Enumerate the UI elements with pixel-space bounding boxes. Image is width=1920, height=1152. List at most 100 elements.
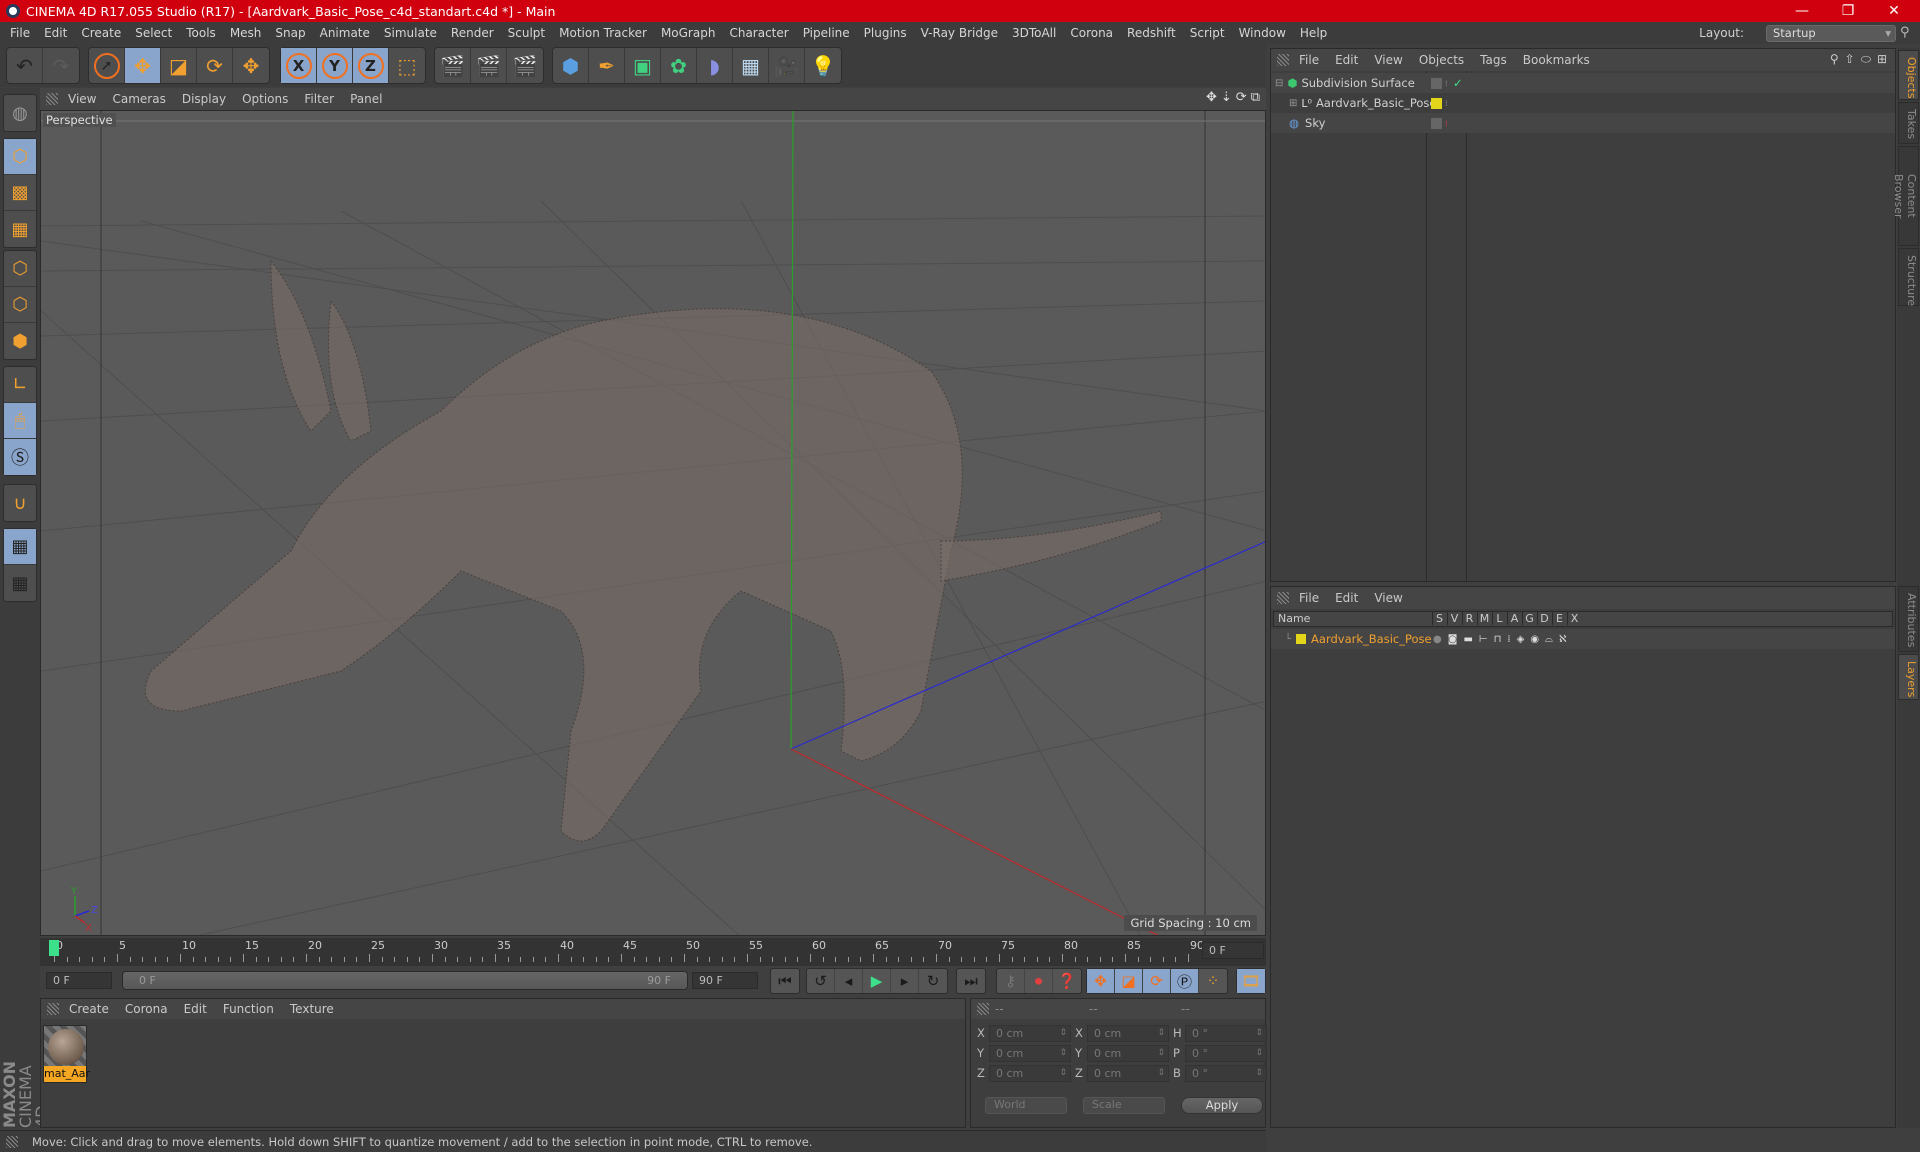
- column-s[interactable]: S: [1432, 612, 1446, 625]
- panel-grip-icon[interactable]: [977, 1003, 989, 1015]
- menu-character[interactable]: Character: [729, 26, 788, 40]
- render-toggle-icon[interactable]: ▬: [1463, 634, 1472, 645]
- size-mode-dropdown[interactable]: Scale: [1083, 1097, 1165, 1114]
- go-to-end-icon[interactable]: ⏭: [957, 969, 985, 993]
- column-g[interactable]: G: [1522, 612, 1536, 625]
- maximize-button[interactable]: ❐: [1826, 0, 1870, 22]
- next-frame-icon[interactable]: ▸: [891, 969, 919, 993]
- workplane-grid-icon[interactable]: ▦: [4, 565, 36, 601]
- visibility-dots[interactable]: ⁞: [1445, 99, 1448, 108]
- menu-corona[interactable]: Corona: [1070, 26, 1113, 40]
- view-toggle-icon[interactable]: ◙: [1448, 634, 1458, 645]
- menu-3dtoall[interactable]: 3DToAll: [1012, 26, 1056, 40]
- column-r[interactable]: R: [1462, 612, 1476, 625]
- pen-spline-icon[interactable]: ✒: [589, 48, 625, 83]
- viewport-menu-view[interactable]: View: [68, 92, 96, 106]
- position-field[interactable]: 0 cm: [989, 1025, 1071, 1042]
- menu-animate[interactable]: Animate: [320, 26, 370, 40]
- expressions-toggle-icon[interactable]: ⌓: [1545, 634, 1553, 645]
- deformers-toggle-icon[interactable]: ◉: [1530, 634, 1539, 645]
- model-mode-icon[interactable]: ⬡: [4, 139, 36, 175]
- editor-render-toggle[interactable]: [1431, 117, 1442, 129]
- render-settings-icon[interactable]: 🎬: [507, 48, 543, 83]
- menu-tools[interactable]: Tools: [186, 26, 216, 40]
- menu-sculpt[interactable]: Sculpt: [508, 26, 545, 40]
- tab-attributes[interactable]: Attributes: [1898, 586, 1919, 652]
- column-m[interactable]: M: [1477, 612, 1491, 625]
- start-frame-field[interactable]: 0 F: [46, 972, 112, 989]
- position-field[interactable]: 0 cm: [989, 1065, 1071, 1082]
- texture-mode-icon[interactable]: ▩: [4, 175, 36, 211]
- expand-icon[interactable]: ⊞: [1289, 98, 1297, 109]
- key-parameter-icon[interactable]: Ⓟ: [1171, 969, 1199, 993]
- column-d[interactable]: D: [1537, 612, 1551, 625]
- object-row[interactable]: ◍ Sky ⁞: [1271, 113, 1895, 133]
- tweak-mode-icon[interactable]: 🖱: [4, 403, 36, 439]
- move-icon[interactable]: ✥: [125, 48, 161, 83]
- search-icon[interactable]: ⚲: [1830, 52, 1839, 67]
- timeline-scheme-icon[interactable]: 🎞: [1237, 969, 1265, 993]
- lock-workplane-icon[interactable]: ▦: [4, 529, 36, 565]
- panel-grip-icon[interactable]: [1277, 54, 1289, 66]
- toggle-layout-icon[interactable]: ⧉: [1251, 90, 1260, 105]
- visibility-dots[interactable]: ⁞: [1445, 119, 1448, 128]
- play-icon[interactable]: ▶: [863, 969, 891, 993]
- points-mode-icon[interactable]: ⬡: [4, 251, 36, 287]
- menu-window[interactable]: Window: [1239, 26, 1286, 40]
- timeline-ruler[interactable]: 0 5 10 15 20 25 30 35 40 45 50 55 60 65 70 75 80 85 90 0 F: [40, 938, 1266, 966]
- menu-snap[interactable]: Snap: [275, 26, 305, 40]
- material-menu-function[interactable]: Function: [223, 1002, 274, 1016]
- position-field[interactable]: 0 cm: [989, 1045, 1071, 1062]
- solo-toggle-icon[interactable]: ●: [1433, 634, 1442, 645]
- undo-icon[interactable]: ↶: [7, 48, 43, 83]
- cube-icon[interactable]: ⬢: [553, 48, 589, 83]
- home-icon[interactable]: ⇧: [1845, 52, 1855, 67]
- make-editable-icon[interactable]: ◍: [4, 95, 36, 131]
- layer-menu-view[interactable]: View: [1374, 591, 1402, 605]
- workplane-mode-icon[interactable]: ▦: [4, 211, 36, 247]
- frame-range-slider[interactable]: 0 F 90 F: [122, 971, 688, 990]
- lock-toggle-icon[interactable]: ⊓: [1494, 634, 1502, 645]
- redo-icon[interactable]: ↷: [43, 48, 79, 83]
- object-menu-tags[interactable]: Tags: [1480, 53, 1507, 67]
- layer-row[interactable]: └ Aardvark_Basic_Pose ● ◙ ▬ ⊢ ⊓ ⁞ ◈ ◉ ⌓ …: [1271, 629, 1895, 649]
- column-name[interactable]: Name: [1278, 612, 1310, 625]
- menu-plugins[interactable]: Plugins: [864, 26, 907, 40]
- live-selection-icon[interactable]: ➚: [89, 48, 125, 83]
- object-menu-edit[interactable]: Edit: [1335, 53, 1358, 67]
- cloner-icon[interactable]: ✿: [661, 48, 697, 83]
- apply-button[interactable]: Apply: [1181, 1097, 1263, 1114]
- rotation-field[interactable]: 0 °: [1185, 1025, 1267, 1042]
- toggle-icon[interactable]: ⬭: [1861, 52, 1871, 67]
- tab-layers[interactable]: Layers: [1898, 654, 1919, 700]
- scale-icon[interactable]: ◪: [161, 48, 197, 83]
- object-row[interactable]: ⊞ L⁰ Aardvark_Basic_Pose ⁞: [1271, 93, 1895, 113]
- material-menu-corona[interactable]: Corona: [125, 1002, 168, 1016]
- panel-grip-icon[interactable]: [1277, 592, 1289, 604]
- size-field[interactable]: 0 cm: [1087, 1045, 1169, 1062]
- y-axis-lock-icon[interactable]: Y: [317, 48, 353, 83]
- column-l[interactable]: L: [1492, 612, 1506, 625]
- size-field[interactable]: 0 cm: [1087, 1065, 1169, 1082]
- subdivision-surface-icon[interactable]: ▣: [625, 48, 661, 83]
- menu-motion-tracker[interactable]: Motion Tracker: [559, 26, 647, 40]
- object-row[interactable]: ⊟ ⬢ Subdivision Surface ⁞ ✓: [1271, 73, 1895, 93]
- snap-icon[interactable]: ∪: [4, 485, 36, 521]
- end-frame-field[interactable]: 90 F: [692, 972, 758, 989]
- floor-icon[interactable]: ▦: [733, 48, 769, 83]
- light-icon[interactable]: 💡: [805, 48, 841, 83]
- tab-structure[interactable]: Structure: [1898, 248, 1919, 306]
- menu-mograph[interactable]: MoGraph: [661, 26, 716, 40]
- aardvark-model[interactable]: [144, 259, 1162, 842]
- editor-render-toggle[interactable]: [1431, 77, 1442, 89]
- enabled-check[interactable]: ✓: [1453, 76, 1463, 90]
- menu-vray-bridge[interactable]: V-Ray Bridge: [921, 26, 998, 40]
- record-keys-disabled-icon[interactable]: ⚷: [997, 969, 1025, 993]
- move-view-icon[interactable]: ✥: [1206, 90, 1217, 105]
- solo-icon[interactable]: Ⓢ: [4, 439, 36, 475]
- menu-simulate[interactable]: Simulate: [384, 26, 437, 40]
- rotation-field[interactable]: 0 °: [1185, 1045, 1267, 1062]
- coordinate-mode-dropdown[interactable]: World: [985, 1097, 1067, 1114]
- deformer-icon[interactable]: ◗: [697, 48, 733, 83]
- menu-mesh[interactable]: Mesh: [230, 26, 262, 40]
